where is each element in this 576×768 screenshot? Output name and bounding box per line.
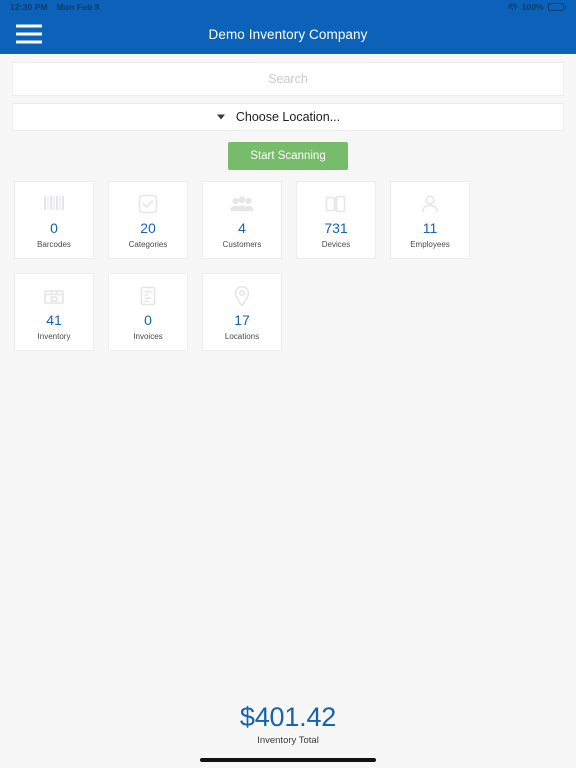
- invoice-icon: [138, 283, 158, 309]
- stat-card-label: Inventory: [37, 331, 71, 341]
- stat-card-label: Employees: [410, 239, 450, 249]
- scan-button-row: Start Scanning: [0, 142, 576, 170]
- person-icon: [420, 191, 440, 217]
- status-date: Mon Feb 8: [56, 2, 100, 12]
- devices-icon: [324, 191, 348, 217]
- stat-card-barcodes[interactable]: 0 Barcodes: [14, 181, 94, 259]
- stat-card-value: 0: [144, 312, 152, 329]
- inventory-total-block: $401.42 Inventory Total: [0, 701, 576, 746]
- start-scanning-button[interactable]: Start Scanning: [228, 142, 348, 170]
- stat-card-label: Customers: [222, 239, 262, 249]
- checkbox-icon: [137, 191, 159, 217]
- battery-percent-label: 100%: [521, 2, 544, 12]
- status-time: 12:30 PM: [10, 2, 48, 12]
- map-pin-icon: [232, 283, 252, 309]
- stat-card-invoices[interactable]: 0 Invoices: [108, 273, 188, 351]
- stat-card-value: 41: [46, 312, 62, 329]
- stat-card-value: 17: [234, 312, 250, 329]
- stat-card-value: 731: [324, 220, 348, 237]
- inventory-total-label: Inventory Total: [257, 735, 319, 746]
- stat-card-inventory[interactable]: 41 Inventory: [14, 273, 94, 351]
- stat-card-label: Locations: [224, 331, 260, 341]
- location-select-label: Choose Location...: [235, 110, 341, 124]
- stat-card-value: 0: [50, 220, 58, 237]
- stat-card-label: Categories: [128, 239, 168, 249]
- search-placeholder: Search: [268, 72, 308, 86]
- hamburger-menu-icon[interactable]: [16, 24, 42, 44]
- wifi-icon: [507, 3, 518, 11]
- customers-icon: [229, 191, 255, 217]
- navigation-bar: Demo Inventory Company: [0, 14, 576, 54]
- stat-card-customers[interactable]: 4 Customers: [202, 181, 282, 259]
- stat-card-grid: 0 Barcodes 20 Categories 4 Customers 731…: [14, 181, 562, 351]
- app-screen: 12:30 PM Mon Feb 8 100% Demo Inventory C…: [0, 0, 576, 768]
- home-indicator: [200, 758, 376, 762]
- stat-card-devices[interactable]: 731 Devices: [296, 181, 376, 259]
- stat-card-locations[interactable]: 17 Locations: [202, 273, 282, 351]
- search-input[interactable]: Search: [12, 62, 564, 96]
- stat-card-value: 4: [238, 220, 246, 237]
- chevron-down-icon: [217, 114, 225, 120]
- stat-card-value: 11: [422, 220, 438, 237]
- battery-icon: [547, 3, 566, 11]
- stat-card-employees[interactable]: 11 Employees: [390, 181, 470, 259]
- barcode-icon: [42, 191, 66, 217]
- box-icon: [42, 283, 66, 309]
- main-content: Search Choose Location... Start Scanning: [0, 54, 576, 768]
- inventory-total-value: $401.42: [239, 701, 337, 732]
- stat-card-label: Barcodes: [37, 239, 71, 249]
- stat-card-label: Devices: [321, 239, 351, 249]
- page-title: Demo Inventory Company: [208, 26, 368, 42]
- location-select[interactable]: Choose Location...: [12, 103, 564, 131]
- status-bar: 12:30 PM Mon Feb 8 100%: [0, 0, 576, 14]
- stat-card-value: 20: [140, 220, 156, 237]
- status-bar-right: 100%: [507, 2, 566, 12]
- stat-card-categories[interactable]: 20 Categories: [108, 181, 188, 259]
- status-bar-left: 12:30 PM Mon Feb 8: [10, 2, 100, 12]
- stat-card-label: Invoices: [133, 331, 163, 341]
